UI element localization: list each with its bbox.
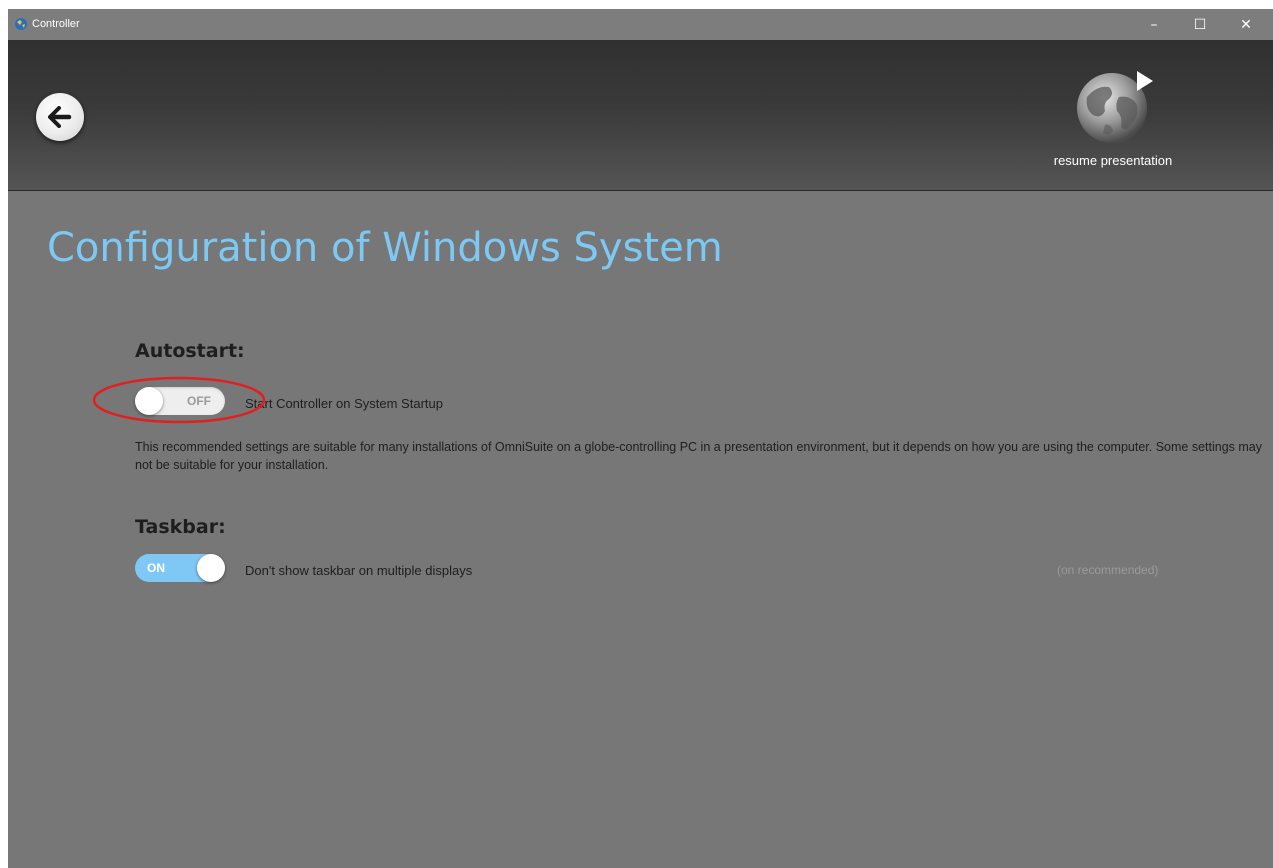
toggle-knob bbox=[135, 387, 163, 415]
taskbar-heading: Taskbar: bbox=[135, 516, 226, 538]
window-title: Controller bbox=[32, 18, 80, 30]
back-arrow-icon bbox=[48, 106, 72, 128]
recommended-hint: (on recommended) bbox=[1057, 563, 1159, 577]
taskbar-option-label: Don't show taskbar on multiple displays bbox=[245, 563, 473, 578]
title-bar[interactable]: Controller – ☐ ✕ bbox=[8, 9, 1273, 40]
maximize-button[interactable]: ☐ bbox=[1177, 9, 1223, 40]
autostart-toggle-state: OFF bbox=[187, 394, 211, 408]
header-bar: resume presentation bbox=[8, 40, 1273, 191]
autostart-option-label: Start Controller on System Startup bbox=[245, 396, 443, 411]
resume-presentation-label[interactable]: resume presentation bbox=[1018, 153, 1208, 168]
page-title: Configuration of Windows System bbox=[47, 225, 723, 271]
maximize-icon: ☐ bbox=[1193, 16, 1207, 33]
globe-play-icon[interactable] bbox=[1075, 67, 1155, 147]
close-button[interactable]: ✕ bbox=[1223, 9, 1269, 40]
toggle-knob bbox=[197, 554, 225, 582]
autostart-heading: Autostart: bbox=[135, 340, 245, 362]
autostart-toggle[interactable]: OFF bbox=[135, 387, 225, 415]
minimize-button[interactable]: – bbox=[1131, 9, 1177, 40]
controller-globe-icon bbox=[15, 18, 27, 30]
taskbar-toggle-state: ON bbox=[147, 561, 165, 575]
recommendation-description: This recommended settings are suitable f… bbox=[135, 440, 1263, 472]
controller-window: Controller – ☐ ✕ resume presentation Con… bbox=[8, 9, 1273, 868]
taskbar-toggle[interactable]: ON bbox=[135, 554, 225, 582]
back-button[interactable] bbox=[36, 93, 84, 141]
minimize-icon: – bbox=[1150, 16, 1158, 33]
close-icon: ✕ bbox=[1240, 16, 1252, 33]
